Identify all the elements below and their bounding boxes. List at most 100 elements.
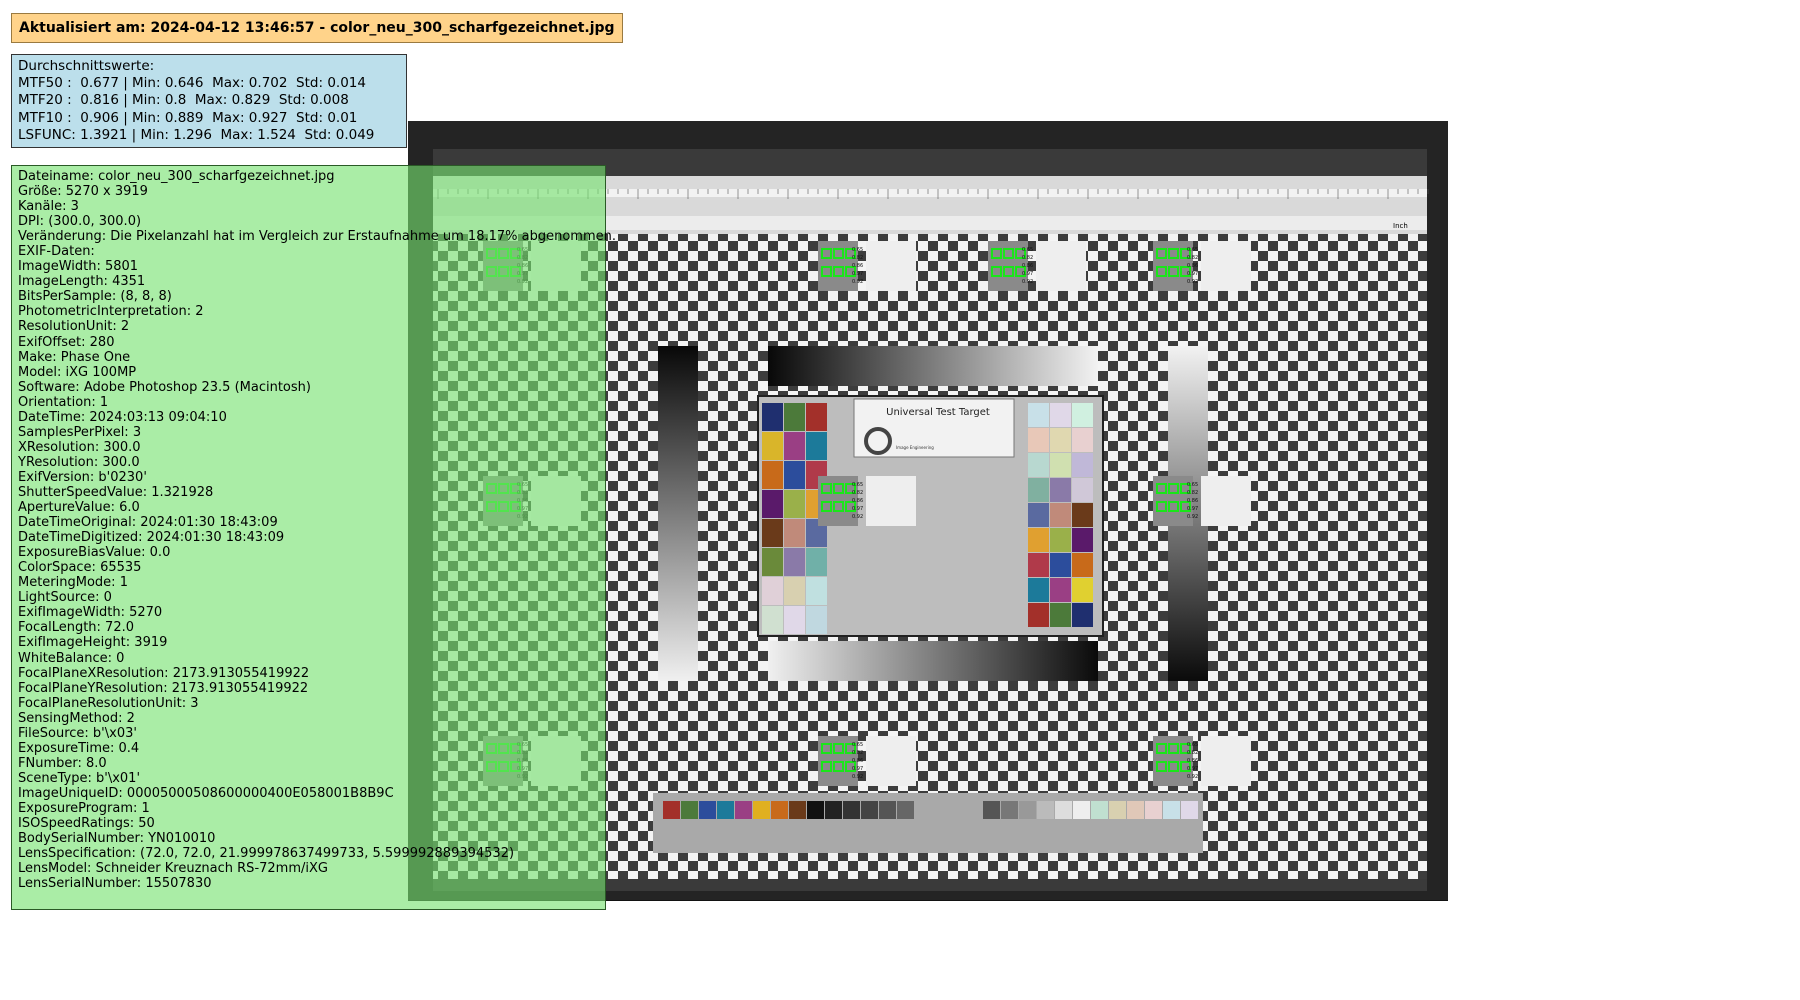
mtf-value-label: 0.97 (1187, 766, 1198, 772)
exif-line: Software: Adobe Photoshop 23.5 (Macintos… (18, 379, 311, 395)
strip-patch (1091, 801, 1108, 819)
exif-line: SceneType: b'\x01' (18, 770, 141, 786)
color-patch (1028, 553, 1049, 577)
mtf-value-label: 0.65 (852, 247, 863, 253)
exif-line: DateTimeDigitized: 2024:01:30 18:43:09 (18, 530, 285, 546)
exif-line: ExifImageWidth: 5270 (18, 605, 163, 621)
strip-patch (1055, 801, 1072, 819)
strip-patch (753, 801, 770, 819)
strip-patch (789, 801, 806, 819)
strip-patch (1109, 801, 1126, 819)
mtf-value-label: 0.92 (852, 279, 863, 285)
resolution-wedge (1036, 241, 1086, 291)
mtf-value-label: 0.97 (852, 766, 863, 772)
color-patch (762, 403, 783, 431)
average-values-panel: Durchschnittswerte: MTF50 : 0.677 | Min: … (11, 54, 407, 149)
mtf-value-label: 0.92 (1187, 774, 1198, 780)
color-patch (806, 577, 827, 605)
average-values-heading: Durchschnittswerte: (18, 58, 155, 74)
exif-line: WhiteBalance: 0 (18, 650, 125, 666)
color-patch (784, 403, 805, 431)
exif-line: ExposureProgram: 1 (18, 800, 150, 816)
mtf-value-label: 0.92 (852, 514, 863, 520)
color-patch (1050, 403, 1071, 427)
color-patch (1028, 403, 1049, 427)
color-patch (1050, 553, 1071, 577)
strip-patch (717, 801, 734, 819)
color-patch (1050, 453, 1071, 477)
exif-line: ExposureTime: 0.4 (18, 740, 140, 756)
exif-line: Orientation: 1 (18, 394, 109, 410)
mtf-value-label: 0.82 (1187, 750, 1198, 756)
strip-patch (699, 801, 716, 819)
mtf-value-label: 0.92 (1022, 279, 1033, 285)
strip-patch (843, 801, 860, 819)
strip-patch (861, 801, 878, 819)
strip-patch (807, 801, 824, 819)
strip-patch (663, 801, 680, 819)
mtf-value-label: 0.97 (1187, 271, 1198, 277)
exif-line: FocalPlaneYResolution: 2173.913055419922 (18, 680, 309, 696)
exif-line: Veränderung: Die Pixelanzahl hat im Verg… (18, 229, 616, 245)
color-patch (1028, 603, 1049, 627)
mtf-value-label: 0.82 (1187, 255, 1198, 261)
exif-line: ExifVersion: b'0230' (18, 469, 147, 485)
color-patch (1072, 553, 1093, 577)
color-patch (784, 606, 805, 634)
exif-line: ExposureBiasValue: 0.0 (18, 545, 171, 561)
color-patch (784, 519, 805, 547)
exif-line: LightSource: 0 (18, 590, 112, 606)
mtf-value-label: 0.97 (1022, 271, 1033, 277)
gray-scale-bottom (768, 641, 1098, 681)
mtf-value-label: 0.92 (1187, 514, 1198, 520)
color-patch (806, 432, 827, 460)
color-patch (784, 490, 805, 518)
exif-line: ResolutionUnit: 2 (18, 319, 130, 335)
mtf-value-label: 0.97 (1187, 506, 1198, 512)
exif-line: Dateiname: color_neu_300_scharfgezeichne… (18, 169, 335, 184)
exif-line: ImageWidth: 5801 (18, 259, 139, 275)
mtf-value-label: 0.86 (852, 263, 863, 269)
exif-line: LensSerialNumber: 15507830 (18, 876, 212, 892)
exif-line: FNumber: 8.0 (18, 755, 107, 771)
resolution-wedge (1201, 736, 1251, 786)
resolution-wedge (866, 241, 916, 291)
mtf-value-label: 0.82 (1187, 490, 1198, 496)
color-patch (762, 461, 783, 489)
color-patch (1072, 603, 1093, 627)
color-patch (1072, 403, 1093, 427)
mtf-value-label: 0.86 (1022, 263, 1033, 269)
exif-line: ExifImageHeight: 3919 (18, 635, 168, 651)
exif-line: SensingMethod: 2 (18, 710, 135, 726)
color-patch (762, 606, 783, 634)
color-patch (1028, 578, 1049, 602)
exif-line: DateTimeOriginal: 2024:01:30 18:43:09 (18, 515, 278, 531)
color-patch (784, 577, 805, 605)
color-patch (762, 577, 783, 605)
mtf-value-label: 0.65 (852, 482, 863, 488)
color-patch (784, 548, 805, 576)
gray-scale-left (658, 346, 698, 681)
exif-line: ShutterSpeedValue: 1.321928 (18, 484, 214, 500)
utt-title: Universal Test Target (886, 407, 990, 418)
mtf-value-label: 0.65 (1022, 247, 1033, 253)
mtf-value-label: 0.82 (852, 255, 863, 261)
mtf50-row: MTF50 : 0.677 | Min: 0.646 Max: 0.702 St… (18, 75, 366, 92)
mtf-value-label: 0.82 (1022, 255, 1033, 261)
color-patch (806, 548, 827, 576)
exif-line: FileSource: b'\x03' (18, 725, 137, 741)
mtf-value-label: 0.65 (1187, 482, 1198, 488)
color-patch (1028, 428, 1049, 452)
color-patch (784, 432, 805, 460)
exif-line: LensSpecification: (72.0, 72.0, 21.99997… (18, 846, 515, 862)
exif-line: PhotometricInterpretation: 2 (18, 304, 204, 320)
color-patch (806, 403, 827, 431)
exif-line: ISOSpeedRatings: 50 (18, 816, 155, 832)
strip-patch (1163, 801, 1180, 819)
mtf-value-label: 0.92 (852, 774, 863, 780)
exif-line: EXIF-Daten: (18, 244, 95, 260)
exif-line: Größe: 5270 x 3919 (18, 184, 148, 200)
color-patches-right (1028, 403, 1093, 627)
mtf20-row: MTF20 : 0.816 | Min: 0.8 Max: 0.829 Std:… (18, 92, 349, 109)
exif-info-panel: Dateiname: color_neu_300_scharfgezeichne… (11, 165, 616, 910)
